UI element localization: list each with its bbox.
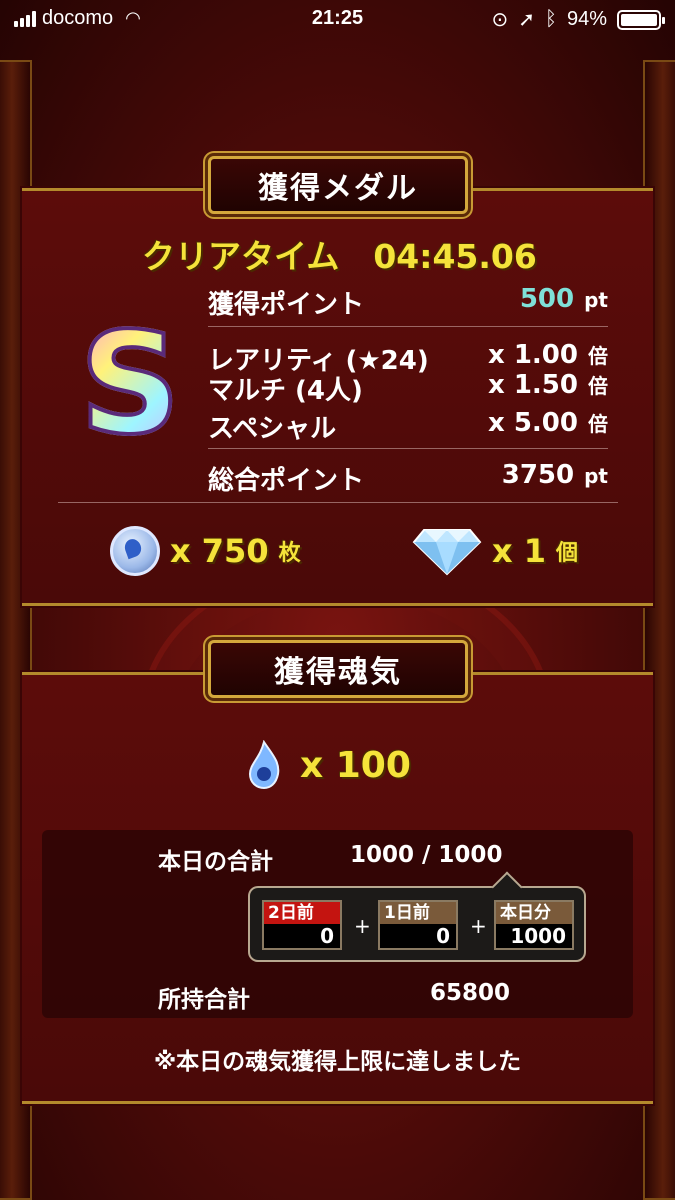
divider — [208, 448, 608, 449]
medal-reward-count: x 750 — [170, 532, 269, 570]
battery-percent: 94% — [566, 8, 607, 30]
earned-points-label: 獲得ポイント — [208, 290, 365, 320]
multiplier-value: x 1.50 — [488, 370, 578, 400]
plus-sign: + — [354, 914, 371, 938]
multiplier-label: マルチ (4人) — [208, 376, 363, 406]
gem-reward: x 1 個 — [412, 526, 578, 576]
pt-unit: pt — [584, 464, 608, 488]
plus-sign: + — [470, 914, 487, 938]
multiplier-label: スペシャル — [208, 414, 337, 444]
today-total-label: 本日の合計 — [158, 849, 273, 875]
day-box-2-days-ago: 2日前 0 — [262, 900, 342, 950]
medal-unit: 枚 — [278, 541, 301, 566]
location-icon: ➚ — [518, 9, 535, 31]
multiplier-row: マルチ (4人) x 1.50 倍 — [208, 370, 608, 407]
day-value: 0 — [380, 924, 456, 948]
pt-unit: pt — [584, 288, 608, 312]
total-points-label: 総合ポイント — [208, 466, 365, 496]
medal-icon — [110, 526, 160, 576]
divider — [58, 502, 618, 503]
gem-unit: 個 — [556, 541, 579, 566]
soul-flame-icon — [248, 740, 280, 790]
clear-time-label: クリアタイム — [142, 237, 340, 276]
daily-breakdown-bubble: 2日前 0 + 1日前 0 + 本日分 1000 — [248, 886, 586, 962]
total-points-row: 総合ポイント 3750 pt — [208, 460, 608, 497]
rotation-lock-icon: ⊙ — [491, 9, 509, 31]
soul-reward-count: x 100 — [300, 744, 411, 786]
day-box-1-day-ago: 1日前 0 — [378, 900, 458, 950]
status-bar: docomo ◠ 21:25 ⊙ ➚ ᛒ 94% — [0, 0, 675, 38]
day-label: 1日前 — [380, 902, 456, 924]
multiplier-unit: 倍 — [588, 374, 608, 398]
medal-panel-title: 獲得メダル — [208, 156, 468, 214]
earned-points-value: 500 — [519, 284, 575, 314]
medal-reward: x 750 枚 — [110, 526, 301, 576]
gem-reward-count: x 1 — [492, 532, 547, 570]
day-box-today: 本日分 1000 — [494, 900, 574, 950]
diamond-icon — [412, 529, 482, 576]
clear-time-value: 04:45.06 — [373, 237, 537, 276]
today-total-value: 1000 / 1000 — [350, 842, 503, 868]
total-points-value: 3750 — [501, 460, 575, 490]
soul-panel-title: 獲得魂気 — [208, 640, 468, 698]
multiplier-unit: 倍 — [588, 344, 608, 368]
multiplier-value: x 1.00 — [488, 340, 578, 370]
day-value: 1000 — [496, 924, 572, 948]
earned-points-row: 獲得ポイント 500 pt — [208, 284, 608, 321]
day-value: 0 — [264, 924, 340, 948]
divider — [208, 326, 608, 327]
soul-reward: x 100 — [244, 740, 411, 790]
rank-badge: S — [70, 313, 190, 457]
owned-total-value: 65800 — [430, 980, 511, 1006]
day-label: 本日分 — [496, 902, 572, 924]
multiplier-row: スペシャル x 5.00 倍 — [208, 408, 608, 445]
bluetooth-icon: ᛒ — [544, 8, 557, 30]
clear-time: クリアタイム 04:45.06 — [142, 230, 537, 278]
multiplier-unit: 倍 — [588, 412, 608, 436]
multiplier-value: x 5.00 — [488, 408, 578, 438]
day-label: 2日前 — [264, 902, 340, 924]
battery-icon — [617, 9, 665, 30]
limit-reached-note: ※本日の魂気獲得上限に達しました — [153, 1049, 522, 1075]
owned-total-label: 所持合計 — [158, 987, 250, 1013]
